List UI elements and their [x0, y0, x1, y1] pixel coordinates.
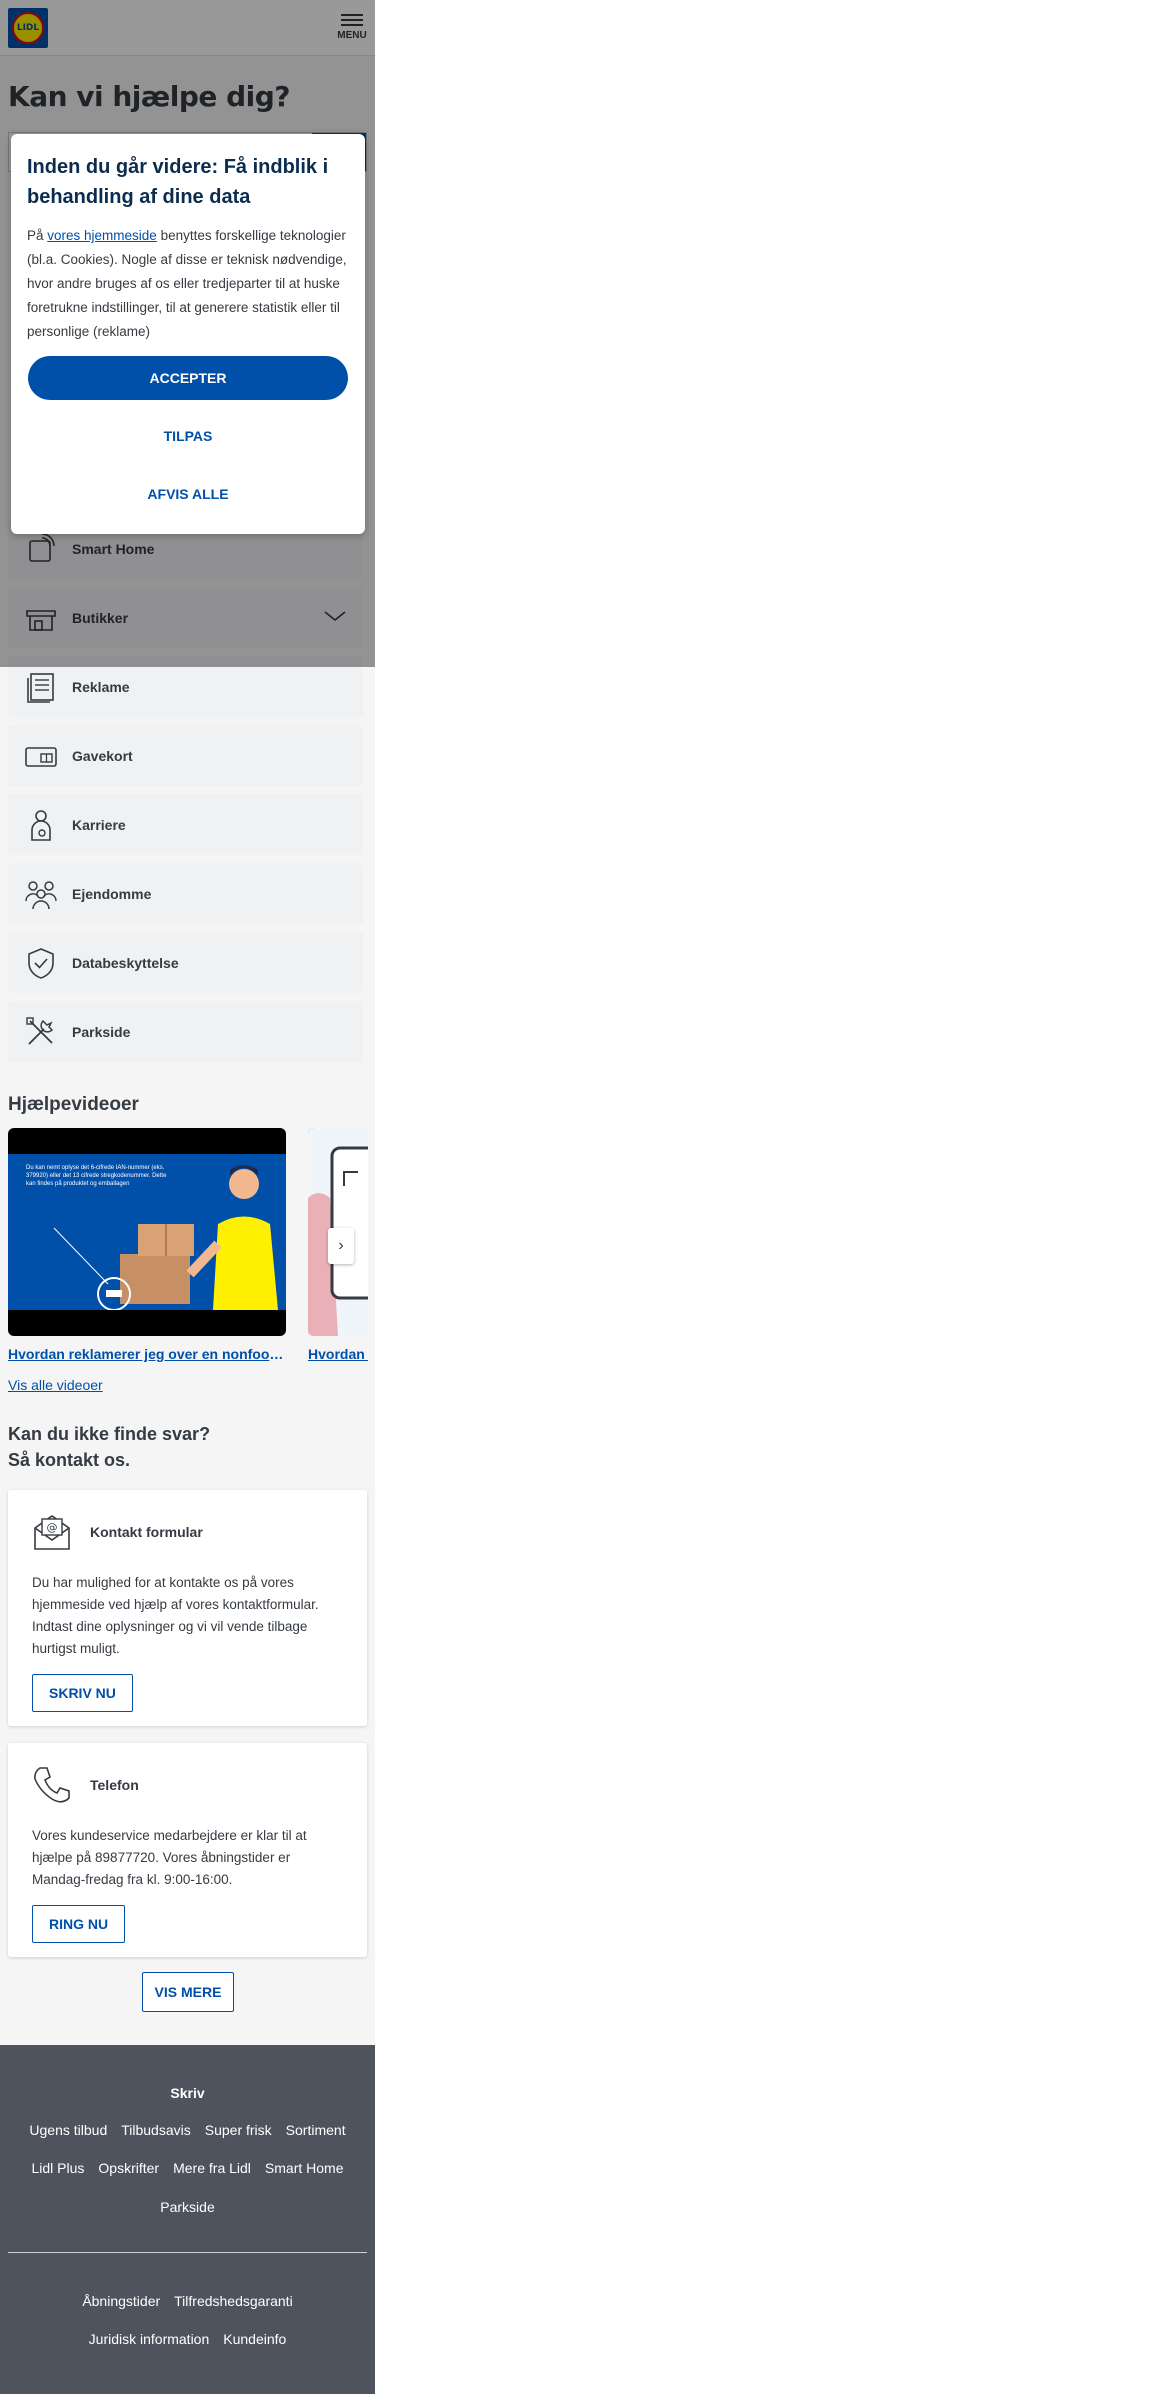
video-card[interactable]: › Hvordan kan jeg...: [308, 1128, 368, 1362]
footer-link[interactable]: Parkside: [160, 2199, 214, 2215]
category-label: Karriere: [72, 816, 126, 833]
category-gavekort[interactable]: Gavekort: [8, 725, 363, 786]
footer-link[interactable]: Ugens tilbud: [29, 2122, 107, 2138]
reject-all-button[interactable]: AFVIS ALLE: [27, 486, 349, 502]
contact-form-card: @ Kontakt formular Du har mulighed for a…: [8, 1490, 367, 1726]
see-all-videos-link[interactable]: Vis alle videoer: [8, 1377, 103, 1393]
people-icon: [24, 877, 58, 911]
giftcard-icon: [24, 739, 58, 773]
footer-link[interactable]: Åbningstider: [82, 2293, 160, 2309]
show-more-button[interactable]: VIS MERE: [142, 1972, 234, 2012]
carousel-next-button[interactable]: ›: [328, 1228, 354, 1264]
video-carousel[interactable]: Du kan nemt oplyse det 6-cifrede IAN-num…: [8, 1128, 368, 1368]
category-karriere[interactable]: Karriere: [8, 794, 363, 855]
svg-text:@: @: [47, 1521, 58, 1534]
phone-card-title: Telefon: [90, 1777, 139, 1793]
footer-link[interactable]: Juridisk information: [89, 2331, 210, 2347]
category-label: Ejendomme: [72, 885, 152, 902]
video-title-link[interactable]: Hvordan kan jeg...: [308, 1346, 368, 1362]
cookie-dialog: Inden du går videre: Få indblik i behand…: [11, 134, 365, 534]
video-card[interactable]: Du kan nemt oplyse det 6-cifrede IAN-num…: [8, 1128, 286, 1362]
contact-form-header: @ Kontakt formular: [32, 1512, 343, 1552]
category-label: Parkside: [72, 1023, 131, 1040]
footer-link[interactable]: Opskrifter: [98, 2160, 159, 2176]
footer-heading: Skriv: [170, 2085, 205, 2101]
phone-card-header: Telefon: [32, 1765, 343, 1805]
category-ejendomme[interactable]: Ejendomme: [8, 863, 363, 924]
illustration-person-icon: [53, 1165, 278, 1310]
contact-form-text: Du har mulighed for at kontakte os på vo…: [32, 1575, 319, 1656]
footer-link[interactable]: Mere fra Lidl: [173, 2160, 251, 2176]
cookie-title: Inden du går videre: Få indblik i behand…: [27, 156, 329, 208]
category-label: Gavekort: [72, 747, 133, 764]
footer-links-row: Juridisk information Kundeinfo: [0, 2331, 375, 2347]
category-label: Databeskyttelse: [72, 954, 179, 971]
accept-button[interactable]: ACCEPTER: [28, 356, 348, 400]
footer-links-row: Lidl Plus Opskrifter Mere fra Lidl Smart Ho…: [0, 2160, 375, 2176]
video-thumbnail[interactable]: ›: [308, 1128, 368, 1336]
footer-link[interactable]: Tilfredshedsgaranti: [174, 2293, 293, 2309]
phone-icon: [34, 1767, 70, 1803]
footer-link[interactable]: Super frisk: [205, 2122, 272, 2138]
write-now-button[interactable]: SKRIV NU: [32, 1674, 133, 1712]
footer: Skriv Ugens tilbud Tilbudsavis Super frisk…: [0, 2045, 375, 2394]
category-parkside[interactable]: Parkside: [8, 1001, 363, 1062]
videos-heading: Hjælpevideoer: [8, 1094, 139, 1115]
footer-link[interactable]: Lidl Plus: [32, 2160, 85, 2176]
video-thumbnail[interactable]: Du kan nemt oplyse det 6-cifrede IAN-num…: [8, 1128, 286, 1336]
category-label: Reklame: [72, 678, 130, 695]
video-title-link[interactable]: Hvordan reklamerer jeg over en nonfood v…: [8, 1346, 286, 1362]
tools-icon: [24, 1015, 58, 1049]
phone-card-text: Vores kundeservice medarbejdere er klar …: [32, 1828, 307, 1887]
video-thumbnail-scene: Du kan nemt oplyse det 6-cifrede IAN-num…: [8, 1154, 286, 1310]
cookie-text-rest: benyttes forskellige teknologier (bl.a. …: [27, 228, 347, 339]
flyer-icon: [24, 670, 58, 704]
footer-link[interactable]: Smart Home: [265, 2160, 344, 2176]
cookie-text: På vores hjemmeside benyttes forskellige…: [27, 224, 349, 344]
footer-divider: [8, 2252, 367, 2253]
career-icon: [24, 808, 58, 842]
page: LIDL MENU Kan vi hjælpe dig? Smart Home …: [0, 0, 375, 2394]
footer-links-row: Åbningstider Tilfredshedsgaranti: [0, 2293, 375, 2309]
customize-button[interactable]: TILPAS: [27, 428, 349, 444]
footer-link[interactable]: Kundeinfo: [223, 2331, 286, 2347]
call-now-button[interactable]: RING NU: [32, 1905, 126, 1943]
footer-link[interactable]: Sortiment: [286, 2122, 346, 2138]
footer-link[interactable]: Tilbudsavis: [121, 2122, 191, 2138]
cookie-text-prefix: På: [27, 228, 48, 243]
footer-links-row: Ugens tilbud Tilbudsavis Super frisk Sortim…: [0, 2122, 375, 2138]
phone-card: Telefon Vores kundeservice medarbejdere …: [8, 1743, 367, 1957]
footer-links-row: Parkside: [0, 2199, 375, 2215]
contact-heading-line2: Så kontakt os.: [8, 1450, 131, 1470]
category-databeskyttelse[interactable]: Databeskyttelse: [8, 932, 363, 993]
cookie-website-link[interactable]: vores hjemmeside: [47, 228, 157, 243]
contact-form-title: Kontakt formular: [90, 1524, 203, 1540]
mail-icon: @: [34, 1515, 70, 1550]
shield-icon: [24, 946, 58, 980]
contact-heading-line1: Kan du ikke finde svar?: [8, 1424, 211, 1444]
